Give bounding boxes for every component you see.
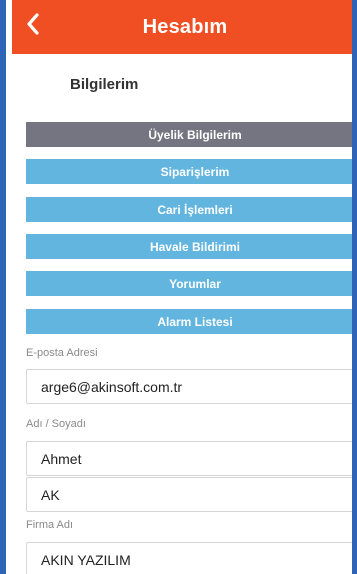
menu-alarm-listesi[interactable]: Alarm Listesi [26, 309, 352, 334]
first-name-field[interactable]: Ahmet [26, 441, 352, 476]
menu-cari-islemleri[interactable]: Cari İşlemleri [26, 197, 352, 222]
page-title: Hesabım [142, 16, 228, 38]
last-name-field[interactable]: AK [26, 477, 352, 512]
chevron-left-icon [24, 12, 42, 41]
name-label: Adı / Soyadı [26, 418, 86, 430]
email-field[interactable]: arge6@akinsoft.com.tr [26, 369, 352, 404]
menu-yorumlar[interactable]: Yorumlar [26, 271, 352, 296]
company-field[interactable]: AKIN YAZILIM [26, 542, 352, 574]
header-bar: Hesabım [12, 0, 352, 54]
menu-uyelik-bilgilerim[interactable]: Üyelik Bilgilerim [26, 122, 352, 147]
email-label: E-posta Adresi [26, 347, 98, 359]
phone-frame: Hesabım Bilgilerim Üyelik Bilgilerim Sip… [0, 0, 357, 574]
section-title: Bilgilerim [70, 76, 139, 93]
menu-havale-bildirimi[interactable]: Havale Bildirimi [26, 234, 352, 259]
company-label: Firma Adı [26, 519, 74, 531]
menu-siparislerim[interactable]: Siparişlerim [26, 159, 352, 184]
back-button[interactable] [20, 12, 46, 40]
